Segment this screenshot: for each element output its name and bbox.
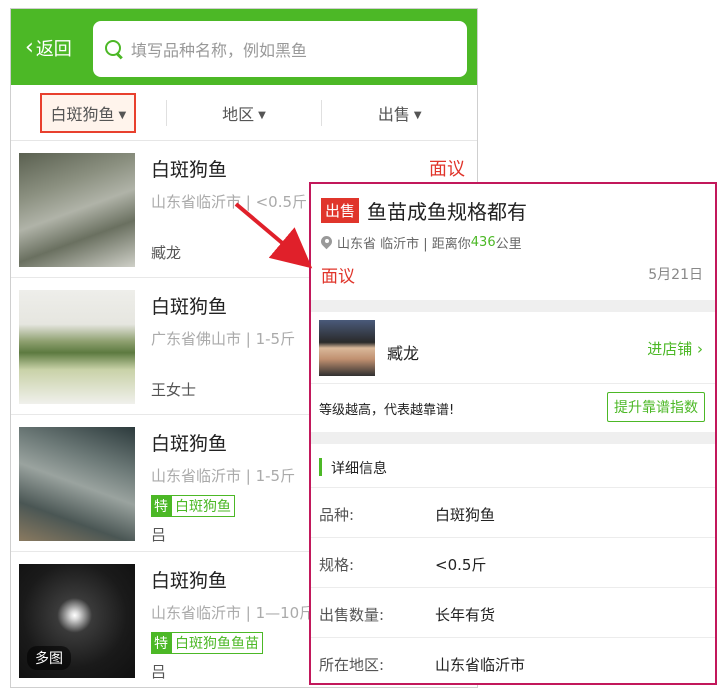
listing-location: 山东省临沂市 | <0.5斤 bbox=[151, 193, 308, 211]
filter-species[interactable]: 白斑狗鱼 ▼ bbox=[11, 92, 166, 133]
section-gap bbox=[311, 432, 715, 444]
boost-reliability-button[interactable]: 提升靠谱指数 bbox=[607, 392, 705, 422]
distance-value: 436 bbox=[470, 235, 496, 250]
top-bar: ‹ 返回 填写品种名称，例如黑鱼 bbox=[11, 9, 477, 85]
listing-title: 白斑狗鱼 bbox=[151, 570, 228, 592]
listing-seller: 吕 bbox=[151, 526, 167, 544]
filter-region-label: 地区 bbox=[222, 104, 255, 124]
tag-name: 白斑狗鱼 bbox=[171, 495, 235, 517]
listing-tag: 特 白斑狗鱼 bbox=[151, 495, 235, 517]
detail-row: 所在地区: 山东省临沂市 bbox=[311, 638, 715, 683]
detail-row: 品种: 白斑狗鱼 bbox=[311, 488, 715, 538]
row-value: <0.5斤 bbox=[435, 556, 487, 574]
filter-bar: 白斑狗鱼 ▼ 地区 ▼ 出售 ▼ bbox=[11, 85, 477, 141]
row-value: 山东省临沂市 bbox=[435, 656, 526, 674]
section-gap bbox=[311, 300, 715, 312]
listing-tag: 特 白斑狗鱼鱼苗 bbox=[151, 632, 263, 654]
location-pin-icon bbox=[321, 236, 332, 250]
fish-photo: 多图 bbox=[19, 564, 135, 678]
search-icon bbox=[103, 38, 125, 60]
tag-mark: 特 bbox=[151, 495, 171, 517]
detail-title-row: 出售 鱼苗成鱼规格都有 bbox=[321, 196, 705, 225]
multi-image-badge: 多图 bbox=[27, 646, 71, 670]
listing-title: 白斑狗鱼 bbox=[151, 296, 228, 318]
listing-seller: 臧龙 bbox=[151, 244, 182, 262]
filter-species-label: 白斑狗鱼 bbox=[50, 104, 115, 124]
detail-date: 5月21日 bbox=[648, 267, 703, 283]
sale-badge: 出售 bbox=[321, 198, 360, 223]
chevron-right-icon: › bbox=[692, 340, 703, 358]
caret-down-icon: ▼ bbox=[258, 109, 266, 121]
row-key: 品种: bbox=[319, 506, 355, 524]
listing-location: 山东省临沂市 | 1-5斤 bbox=[151, 467, 296, 485]
detail-location: 山东省 临沂市 | 距离你 436 公里 bbox=[321, 233, 705, 252]
section-accent bbox=[319, 458, 322, 476]
detail-panel: 出售 鱼苗成鱼规格都有 山东省 临沂市 | 距离你 436 公里 面议 5月21日 … bbox=[309, 182, 717, 685]
section-header: 详细信息 bbox=[311, 444, 715, 488]
filter-region[interactable]: 地区 ▼ bbox=[167, 101, 322, 125]
detail-header: 出售 鱼苗成鱼规格都有 山东省 临沂市 | 距离你 436 公里 面议 5月21日 bbox=[311, 184, 715, 300]
distance-unit: 公里 bbox=[495, 237, 522, 252]
detail-row: 规格: <0.5斤 bbox=[311, 538, 715, 588]
fish-photo bbox=[19, 153, 135, 267]
section-title: 详细信息 bbox=[331, 461, 387, 477]
back-button[interactable]: ‹ 返回 bbox=[25, 35, 72, 61]
row-key: 所在地区: bbox=[319, 656, 385, 674]
level-row: 等级越高，代表越靠谱! 提升靠谱指数 bbox=[311, 384, 715, 432]
back-label: 返回 bbox=[35, 39, 72, 60]
tag-mark: 特 bbox=[151, 632, 171, 654]
fish-photo bbox=[19, 427, 135, 541]
row-key: 规格: bbox=[319, 556, 355, 574]
listing-title: 白斑狗鱼 bbox=[151, 433, 228, 455]
enter-shop-link[interactable]: 进店铺 › bbox=[647, 338, 703, 359]
avatar bbox=[319, 320, 375, 376]
listing-location: 山东省临沂市 | 1—10斤 bbox=[151, 604, 315, 622]
listing-seller: 王女士 bbox=[151, 381, 197, 399]
tag-name: 白斑狗鱼鱼苗 bbox=[171, 632, 263, 654]
listing-seller: 吕 bbox=[151, 663, 167, 681]
level-text: 等级越高，代表越靠谱! bbox=[319, 403, 455, 418]
listing-location: 广东省佛山市 | 1-5斤 bbox=[151, 330, 296, 348]
detail-price: 面议 bbox=[321, 267, 355, 287]
enter-shop-label: 进店铺 bbox=[647, 340, 693, 358]
row-value: 长年有货 bbox=[435, 606, 496, 624]
caret-down-icon: ▼ bbox=[413, 109, 422, 121]
shop-row[interactable]: 臧龙 进店铺 › bbox=[311, 312, 715, 384]
caret-down-icon: ▼ bbox=[118, 109, 127, 121]
search-placeholder: 填写品种名称，例如黑鱼 bbox=[131, 41, 308, 60]
chevron-left-icon: ‹ bbox=[25, 35, 34, 60]
location-prefix: 山东省 临沂市 | 距离你 bbox=[337, 237, 471, 252]
filter-type-label: 出售 bbox=[377, 104, 410, 124]
row-value: 白斑狗鱼 bbox=[435, 506, 496, 524]
fish-photo bbox=[19, 290, 135, 404]
listing-title: 白斑狗鱼 bbox=[151, 159, 228, 181]
filter-type[interactable]: 出售 ▼ bbox=[322, 101, 477, 125]
row-key: 出售数量: bbox=[319, 606, 385, 624]
search-input[interactable]: 填写品种名称，例如黑鱼 bbox=[93, 21, 467, 77]
detail-title: 鱼苗成鱼规格都有 bbox=[367, 200, 528, 224]
detail-row: 出售数量: 长年有货 bbox=[311, 588, 715, 638]
shop-name: 臧龙 bbox=[387, 344, 420, 363]
listing-price: 面议 bbox=[429, 159, 465, 180]
